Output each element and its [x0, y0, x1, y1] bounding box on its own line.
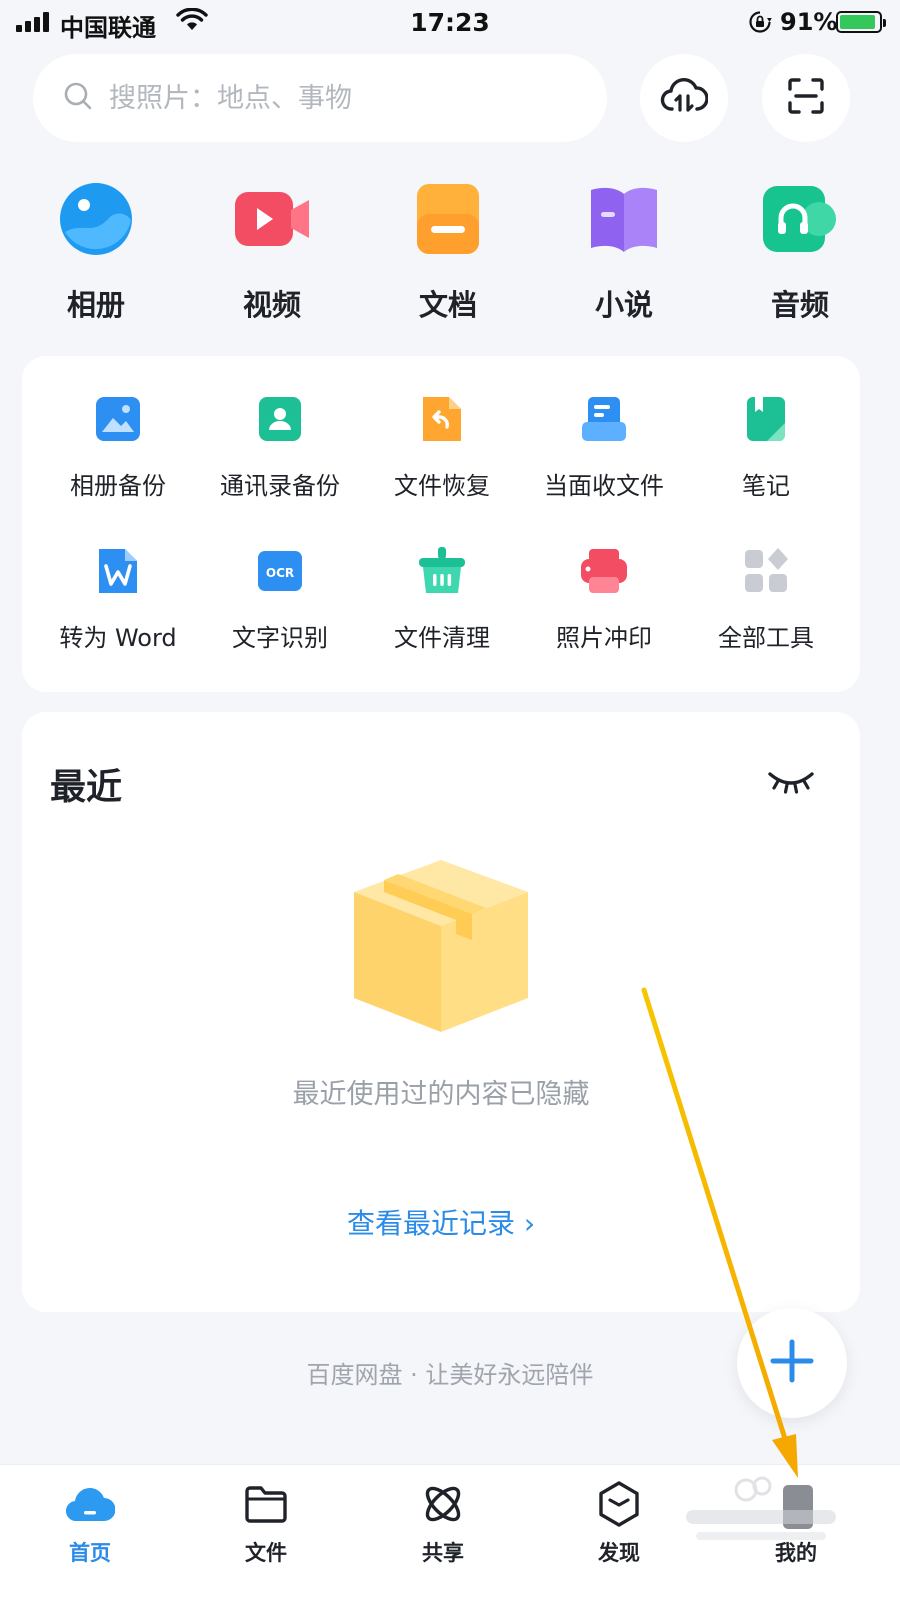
notes-icon [741, 394, 791, 444]
recent-empty-message: 最近使用过的内容已隐藏 [292, 1079, 590, 1110]
view-recent-link[interactable]: 查看最近记录 › [22, 1202, 860, 1242]
cloud-upload-button[interactable] [640, 54, 728, 142]
category-audio[interactable]: 音频 [712, 180, 888, 324]
tool-label: 照片冲印 [556, 624, 652, 652]
category-document[interactable]: 文档 [360, 180, 536, 324]
folder-icon [241, 1479, 291, 1529]
category-novel[interactable]: 小说 [536, 180, 712, 324]
tool-label: 文件恢复 [394, 472, 490, 500]
empty-box-illustration [350, 858, 532, 1038]
novel-icon [585, 180, 663, 258]
tool-receive-file[interactable]: 当面收文件 [523, 394, 685, 501]
tool-ocr[interactable]: OCR 文字识别 [199, 546, 361, 653]
ocr-badge-text: OCR [266, 566, 294, 580]
orientation-lock-icon [748, 10, 772, 38]
tool-label: 相册备份 [70, 472, 166, 500]
battery-charging-icon [836, 11, 886, 33]
tool-label: 当面收文件 [544, 472, 664, 500]
tab-label: 文件 [245, 1541, 287, 1565]
tool-file-restore[interactable]: 文件恢复 [361, 394, 523, 501]
tab-discover[interactable]: 发现 [559, 1479, 679, 1567]
category-label: 相册 [66, 288, 125, 322]
tool-label: 文件清理 [394, 624, 490, 652]
recent-title: 最近 [50, 767, 123, 808]
battery-percent: 91% [780, 8, 838, 36]
discover-icon [594, 1479, 644, 1529]
tool-word-convert[interactable]: 转为 Word [37, 546, 199, 653]
tool-file-clean[interactable]: 文件清理 [361, 546, 523, 653]
search-input[interactable] [109, 82, 569, 114]
tool-label: 转为 Word [59, 624, 177, 652]
file-clean-icon [417, 546, 467, 596]
category-album[interactable]: 相册 [8, 180, 184, 324]
all-tools-icon [741, 546, 791, 596]
document-icon [409, 180, 487, 258]
word-convert-icon [93, 546, 143, 596]
category-label: 音频 [770, 288, 829, 322]
add-button[interactable] [737, 1308, 847, 1418]
album-icon [57, 180, 135, 258]
tool-label: 全部工具 [718, 624, 814, 652]
audio-icon [761, 180, 839, 258]
ocr-icon: OCR [255, 546, 305, 596]
scan-button[interactable] [762, 54, 850, 142]
tab-label: 发现 [598, 1541, 640, 1565]
eye-closed-icon [766, 772, 816, 804]
tool-photo-backup[interactable]: 相册备份 [37, 394, 199, 501]
recent-card: 最近 最近使用过的内容已隐藏 查看最近记录 › [22, 712, 860, 1312]
tab-label: 共享 [422, 1541, 464, 1565]
category-label: 小说 [594, 288, 653, 322]
status-bar: 中国联通 17:23 91% [0, 0, 900, 46]
category-row: 相册 视频 文档 小说 音频 [0, 180, 900, 324]
tab-share[interactable]: 共享 [383, 1479, 503, 1567]
tools-card: 相册备份 通讯录备份 文件恢复 当面收文件 笔记 转为 Word OCR 文字识… [22, 356, 860, 692]
plus-icon [769, 1338, 815, 1388]
cloud-upload-icon [660, 76, 709, 120]
tool-all-tools[interactable]: 全部工具 [685, 546, 847, 653]
category-label: 视频 [242, 288, 301, 322]
tab-label: 首页 [69, 1541, 111, 1565]
share-atom-icon [418, 1479, 468, 1529]
watermark-logo [676, 1470, 846, 1550]
tool-label: 笔记 [742, 472, 790, 500]
scan-icon [786, 76, 826, 120]
category-label: 文档 [418, 288, 477, 322]
tab-home[interactable]: 首页 [30, 1479, 150, 1567]
tool-notes[interactable]: 笔记 [685, 394, 847, 501]
tool-label: 文字识别 [232, 624, 328, 652]
file-restore-icon [417, 394, 467, 444]
tool-photo-print[interactable]: 照片冲印 [523, 546, 685, 653]
search-bar[interactable] [33, 54, 607, 142]
tool-label: 通讯录备份 [220, 472, 340, 500]
home-cloud-icon [65, 1479, 116, 1529]
video-icon [233, 180, 311, 258]
hide-recent-button[interactable] [766, 764, 816, 800]
contacts-backup-icon [255, 394, 305, 444]
photo-backup-icon [93, 394, 143, 444]
tool-contacts-backup[interactable]: 通讯录备份 [199, 394, 361, 501]
tab-files[interactable]: 文件 [206, 1479, 326, 1567]
search-icon [63, 81, 93, 115]
photo-print-icon [579, 546, 629, 596]
receive-file-icon [579, 394, 629, 444]
category-video[interactable]: 视频 [184, 180, 360, 324]
